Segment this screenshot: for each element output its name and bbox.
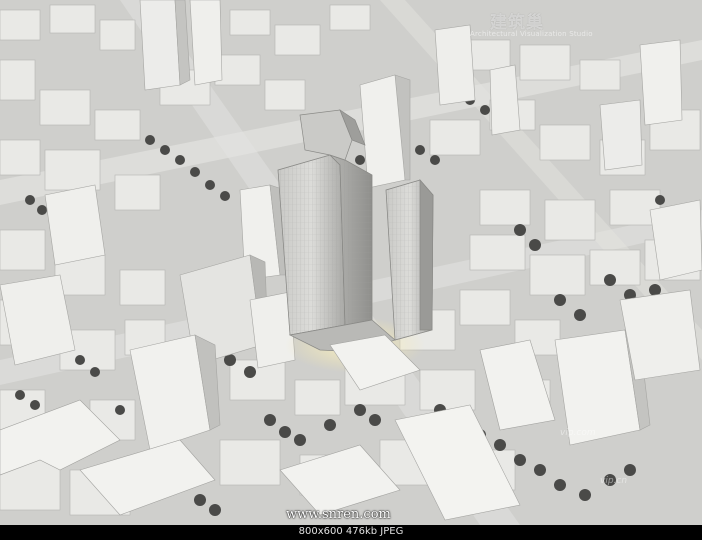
image-viewer: 建筑巢 Architectural Visualization Studio v… <box>0 0 702 540</box>
brand-watermark-en: Architectural Visualization Studio <box>470 30 593 38</box>
image-info-bar: 800x600 476kb JPEG <box>0 525 702 540</box>
faint-watermark-2: vip.cn <box>600 476 628 486</box>
city-render <box>0 0 702 525</box>
faint-watermark-1: vip.com <box>560 428 596 438</box>
site-watermark: www.snren.com <box>286 507 391 522</box>
image-info-caption: 800x600 476kb JPEG <box>298 526 404 537</box>
